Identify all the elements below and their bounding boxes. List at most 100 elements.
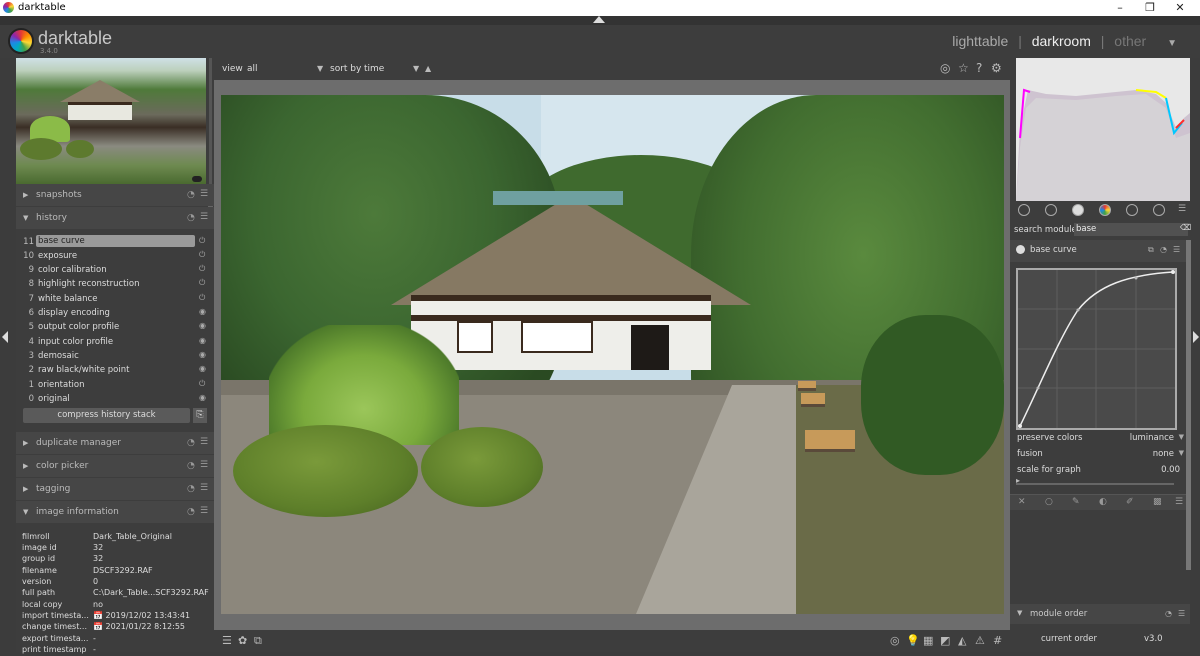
history-item[interactable]: 10 exposure ⏻	[16, 249, 214, 262]
sort-by-select[interactable]: time	[364, 64, 384, 74]
history-item[interactable]: 2 raw black/white point ◉	[16, 363, 214, 376]
view-filter-dropdown-icon[interactable]: ▼	[317, 64, 323, 73]
view-lighttable[interactable]: lighttable	[952, 33, 1008, 49]
softproof-icon[interactable]: ◭	[958, 634, 966, 647]
parametric-mask-icon[interactable]: ◐	[1099, 497, 1107, 507]
blend-off-icon[interactable]: ✕	[1018, 497, 1026, 507]
reset-icon[interactable]: ◔	[187, 190, 195, 200]
copy-history-icon[interactable]: ⎘	[193, 408, 207, 423]
views-dropdown-icon[interactable]: ▼	[1167, 38, 1177, 49]
presets-menu-icon[interactable]: ☰	[200, 189, 208, 199]
history-item[interactable]: 7 white balance ⏻	[16, 292, 214, 305]
blend-menu-icon[interactable]: ☰	[1175, 497, 1183, 507]
gamut-check-icon[interactable]: ⚠	[975, 634, 985, 647]
snapshots-section-header[interactable]: ▶ snapshots ◔ ☰	[16, 184, 214, 206]
close-button[interactable]: ✕	[1165, 0, 1195, 16]
multi-instance-icon[interactable]: ⧉	[1148, 245, 1154, 255]
second-window-icon[interactable]: ⧉	[254, 634, 262, 648]
history-item[interactable]: 1 orientation ⏻	[16, 378, 214, 391]
main-image[interactable]	[221, 95, 1004, 614]
reset-icon[interactable]: ◔	[187, 461, 195, 471]
presets-menu-icon[interactable]: ☰	[1173, 245, 1180, 254]
base-curve-module-header[interactable]: base curve ⧉ ◔ ☰	[1010, 240, 1190, 262]
history-item[interactable]: 5 output color profile ◉	[16, 320, 214, 333]
maximize-button[interactable]: ❐	[1135, 0, 1165, 16]
base-curve-graph[interactable]	[1016, 268, 1177, 430]
history-item[interactable]: 3 demosaic ◉	[16, 349, 214, 362]
focus-peaking-icon[interactable]: ◎	[890, 634, 900, 647]
reset-icon[interactable]: ◔	[1165, 609, 1172, 618]
clipping-indicator-icon[interactable]: ◩	[940, 634, 950, 647]
drawn-parametric-mask-icon[interactable]: ✐	[1126, 497, 1134, 507]
module-order-section-header[interactable]: ▼ module order ◔ ☰	[1010, 604, 1190, 624]
reset-icon[interactable]: ◔	[187, 438, 195, 448]
navigation-thumbnail[interactable]	[16, 58, 206, 184]
view-other[interactable]: other	[1114, 33, 1146, 49]
effect-group-icon[interactable]	[1153, 204, 1165, 216]
presets-menu-icon[interactable]: ☰	[200, 437, 208, 447]
guides-icon[interactable]: #	[993, 634, 1002, 647]
sort-order-icon[interactable]: ▲	[425, 64, 431, 73]
history-item[interactable]: 0 original ◉	[16, 392, 214, 405]
slider-track[interactable]	[1016, 483, 1174, 485]
module-groups-menu-icon[interactable]: ☰	[1178, 204, 1186, 214]
tagging-section-header[interactable]: ▶ tagging ◔ ☰	[16, 478, 214, 500]
compress-history-button[interactable]: compress history stack	[23, 408, 190, 423]
sort-by-dropdown-icon[interactable]: ▼	[413, 64, 419, 73]
history-item-label: original	[38, 394, 70, 404]
grouping-icon[interactable]: ◎	[940, 61, 950, 75]
star-icon[interactable]: ☆	[958, 61, 969, 75]
collapse-top-arrow-icon[interactable]	[593, 16, 605, 23]
clear-search-icon[interactable]: ⌫	[1180, 223, 1191, 232]
view-filter-select[interactable]: all	[247, 64, 258, 74]
color-group-icon[interactable]	[1099, 204, 1111, 216]
module-power-icon[interactable]	[1016, 245, 1025, 254]
image-information-section-header[interactable]: ▼ image information ◔ ☰	[16, 501, 214, 523]
section-label: image information	[36, 507, 119, 517]
collapse-left-panel-arrow-icon[interactable]	[2, 331, 8, 343]
raw-overexposed-icon[interactable]: ▦	[923, 634, 933, 647]
color-picker-section-header[interactable]: ▶ color picker ◔ ☰	[16, 455, 214, 477]
navigation-zoom-indicator[interactable]	[192, 176, 202, 182]
drawn-mask-icon[interactable]: ✎	[1072, 497, 1080, 507]
correct-group-icon[interactable]	[1126, 204, 1138, 216]
presets-menu-icon[interactable]: ☰	[200, 506, 208, 516]
help-icon[interactable]: ?	[976, 61, 982, 75]
styles-icon[interactable]: ✿	[238, 634, 247, 647]
active-modules-power-icon[interactable]	[1018, 204, 1030, 216]
presets-menu-icon[interactable]: ☰	[200, 483, 208, 493]
collapse-right-panel-arrow-icon[interactable]	[1193, 331, 1199, 343]
tone-group-icon[interactable]	[1072, 204, 1084, 216]
view-darkroom[interactable]: darkroom	[1032, 33, 1091, 49]
scale-for-graph-slider[interactable]: scale for graph 0.00	[1010, 463, 1190, 477]
top-panel-toggle-strip[interactable]	[0, 16, 1200, 25]
presets-menu-icon[interactable]: ☰	[200, 212, 208, 222]
expand-arrow-icon: ▶	[23, 462, 29, 470]
color-assessment-icon[interactable]: 💡	[906, 634, 920, 647]
history-item[interactable]: 9 color calibration ⏻	[16, 263, 214, 276]
presets-menu-icon[interactable]: ☰	[200, 460, 208, 470]
history-item[interactable]: 8 highlight reconstruction ⏻	[16, 277, 214, 290]
quick-access-menu-icon[interactable]: ☰	[222, 634, 232, 647]
history-item[interactable]: 4 input color profile ◉	[16, 335, 214, 348]
search-module-input[interactable]: base	[1074, 223, 1188, 236]
blend-uniform-icon[interactable]: ○	[1045, 497, 1053, 507]
raster-mask-icon[interactable]: ▩	[1153, 497, 1162, 507]
base-group-icon[interactable]	[1045, 204, 1057, 216]
duplicate-manager-section-header[interactable]: ▶ duplicate manager ◔ ☰	[16, 432, 214, 454]
history-item[interactable]: 6 display encoding ◉	[16, 306, 214, 319]
minimize-button[interactable]: –	[1105, 0, 1135, 16]
gear-icon[interactable]: ⚙	[991, 61, 1002, 75]
presets-menu-icon[interactable]: ☰	[1178, 609, 1185, 618]
right-panel-scrollbar[interactable]	[1186, 240, 1191, 570]
history-section-header[interactable]: ▼ history ◔ ☰	[16, 207, 214, 229]
reset-icon[interactable]: ◔	[1160, 245, 1167, 254]
histogram[interactable]	[1016, 58, 1190, 201]
navigation-scrollbar[interactable]	[209, 58, 212, 184]
reset-icon[interactable]: ◔	[187, 507, 195, 517]
reset-icon[interactable]: ◔	[187, 213, 195, 223]
preserve-colors-combobox[interactable]: preserve colors luminance ▼	[1010, 431, 1190, 445]
history-item[interactable]: 11 base curve ⏻	[16, 235, 214, 248]
reset-icon[interactable]: ◔	[187, 484, 195, 494]
fusion-combobox[interactable]: fusion none ▼	[1010, 447, 1190, 461]
